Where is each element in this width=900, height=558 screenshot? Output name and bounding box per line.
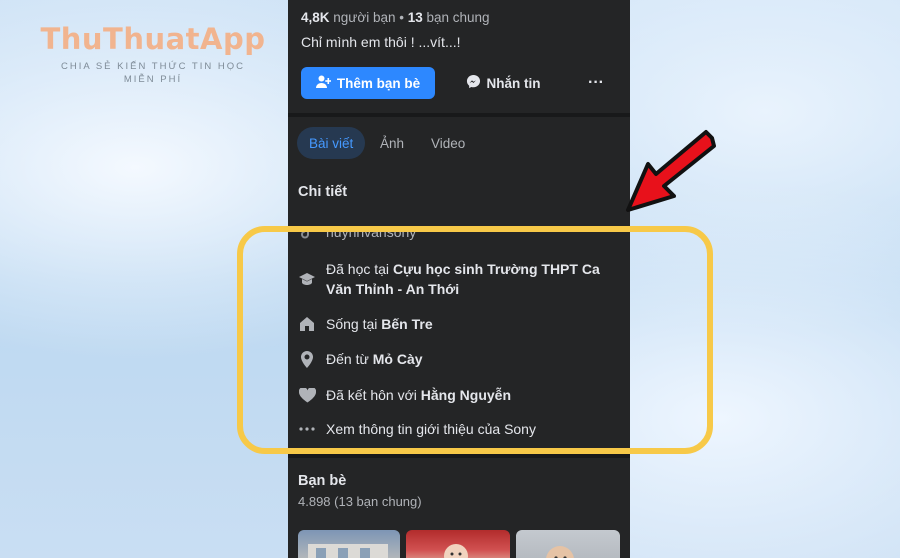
message-button[interactable]: Nhắn tin (448, 67, 558, 99)
watermark-subtitle-line2: MIỄN PHÍ (123, 74, 183, 85)
mutual-count: 13 (407, 10, 423, 25)
followers-count: 4,8K (301, 10, 330, 25)
more-options-button[interactable]: ··· (578, 67, 614, 99)
watermark-subtitle-line1: CHIA SẺ KIẾN THỨC TIN HỌC (61, 61, 245, 72)
stats-dot: • (395, 10, 408, 25)
messenger-icon (466, 74, 481, 92)
friend-photo[interactable] (298, 530, 400, 558)
add-friend-label: Thêm bạn bè (336, 75, 421, 91)
message-label: Nhắn tin (486, 75, 541, 91)
section-divider (288, 113, 630, 117)
tab-photos[interactable]: Ảnh (380, 127, 404, 159)
mutual-label: bạn chung (422, 10, 490, 25)
watermark-logo: ThuThuatApp CHIA SẺ KIẾN THỨC TIN HỌC MI… (28, 22, 278, 86)
friend-photo[interactable] (406, 530, 510, 558)
add-friend-button[interactable]: Thêm bạn bè (301, 67, 435, 99)
watermark-subtitle: CHIA SẺ KIẾN THỨC TIN HỌC MIỄN PHÍ (28, 60, 278, 86)
tab-videos[interactable]: Video (431, 127, 465, 159)
profile-bio: Chỉ mình em thôi ! ...vít...! (301, 34, 461, 50)
profile-stats: 4,8K người bạn • 13 bạn chung (301, 10, 490, 25)
friends-count: 4.898 (13 bạn chung) (298, 494, 422, 509)
friend-photo[interactable] (516, 530, 620, 558)
red-arrow-icon (620, 128, 720, 223)
friends-title: Bạn bè (298, 473, 347, 489)
tab-posts[interactable]: Bài viết (297, 127, 366, 159)
highlight-box (237, 226, 713, 454)
watermark-title: ThuThuatApp (40, 22, 266, 56)
section-divider (288, 454, 630, 458)
followers-label: người bạn (329, 10, 396, 25)
add-friend-icon (315, 75, 332, 92)
details-title: Chi tiết (298, 184, 348, 200)
